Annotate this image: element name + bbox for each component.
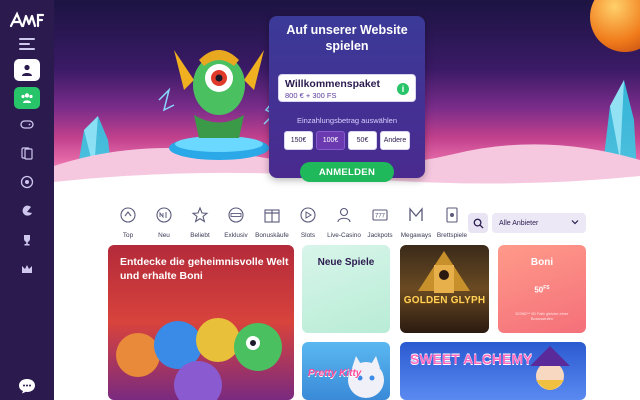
sidebar <box>0 0 54 400</box>
sidebar-sports-button[interactable] <box>14 200 40 222</box>
live-casino-icon <box>337 207 351 223</box>
signup-card: Auf unserer Website spielen Willkommensp… <box>269 16 425 182</box>
category-bar: Top Neu Beliebt Exklusiv Bonuskäufe Slot… <box>110 205 470 241</box>
sidebar-trophy-button[interactable] <box>14 229 40 251</box>
sports-icon <box>22 205 32 216</box>
game-title: GOLDEN GLYPH <box>403 295 486 306</box>
category-label: Jackpots <box>367 232 393 239</box>
sidebar-roulette-button[interactable] <box>14 171 40 193</box>
category-popular[interactable]: Beliebt <box>182 205 218 241</box>
provider-dropdown[interactable]: Alle Anbieter <box>492 213 586 233</box>
game-tile-pretty-kitty[interactable]: Pretty Kitty <box>302 342 390 400</box>
chevron-down-icon <box>571 220 579 225</box>
sidebar-community-button[interactable] <box>14 87 40 109</box>
sidebar-games-button[interactable] <box>14 113 40 135</box>
category-jackpots[interactable]: 777 Jackpots <box>362 205 398 241</box>
board-games-icon <box>446 207 458 223</box>
bonus-amount: 800 € + 300 FS <box>285 91 337 100</box>
bonus-tile-title: Boni <box>530 257 554 268</box>
slots-icon <box>300 207 316 223</box>
bonus-note: DONE** 50 Fakt gleiche einer Bonusstufen <box>515 311 569 321</box>
deposit-label: Einzahlungsbetrag auswählen <box>296 116 398 125</box>
top-icon <box>120 207 136 223</box>
category-label: Megaways <box>400 232 432 239</box>
star-icon <box>191 206 209 223</box>
bonus-tile[interactable]: Boni 50FS DONE** 50 Fakt gleiche einer B… <box>498 245 586 333</box>
category-new[interactable]: Neu <box>146 205 182 241</box>
group-icon <box>21 93 33 103</box>
category-board-games[interactable]: Brettspiele <box>434 205 470 241</box>
amount-option-other[interactable]: Andere <box>380 131 410 150</box>
amount-option[interactable]: 50€ <box>348 131 377 150</box>
promo-tile[interactable]: Entdecke die geheimnisvolle Welt und erh… <box>108 245 294 400</box>
deposit-amounts: 150€ 100€ 50€ Andere <box>284 131 410 150</box>
user-icon <box>22 64 32 76</box>
sidebar-vip-button[interactable] <box>14 258 40 280</box>
bonus-title: Willkommenspaket <box>285 78 381 90</box>
megaways-icon <box>409 207 423 221</box>
promo-title: Entdecke die geheimnisvolle Welt und erh… <box>120 256 289 282</box>
planet-decoration <box>590 0 640 52</box>
new-icon <box>156 207 172 223</box>
search-icon <box>473 218 484 229</box>
amount-option-selected[interactable]: 100€ <box>316 131 345 150</box>
info-icon[interactable]: i <box>397 83 409 95</box>
bonus-value: 50FS <box>534 285 550 295</box>
gamepad-icon <box>20 120 34 129</box>
category-label: Neu <box>158 232 170 239</box>
game-tile-golden-glyph[interactable]: GOLDEN GLYPH <box>400 245 489 333</box>
game-title: SWEET ALCHEMY <box>410 351 533 367</box>
menu-icon[interactable] <box>19 38 35 50</box>
category-top[interactable]: Top <box>110 205 146 241</box>
search-button[interactable] <box>468 213 488 233</box>
category-label: Live-Casino <box>327 232 361 239</box>
cards-icon <box>21 147 33 160</box>
signup-button[interactable]: ANMELDEN <box>300 162 394 182</box>
category-megaways[interactable]: Megaways <box>398 205 434 241</box>
game-tile-sweet-alchemy[interactable]: SWEET ALCHEMY <box>400 342 586 400</box>
category-exclusive[interactable]: Exklusiv <box>218 205 254 241</box>
roulette-icon <box>20 175 34 189</box>
signup-title: Auf unserer Website spielen <box>286 23 408 53</box>
jackpot-icon: 777 <box>372 209 388 221</box>
trophy-icon <box>24 235 30 246</box>
crown-icon <box>22 265 32 273</box>
category-label: Slots <box>300 232 316 239</box>
amount-option[interactable]: 150€ <box>284 131 313 150</box>
golden-glyph-artwork <box>418 251 470 293</box>
category-label: Top <box>122 232 134 239</box>
characters-artwork <box>116 318 282 400</box>
new-games-title: Neue Spiele <box>317 257 375 268</box>
sidebar-profile-button[interactable] <box>14 59 40 81</box>
category-bonus-buy[interactable]: Bonuskäufe <box>254 205 290 241</box>
game-title: Pretty Kitty <box>308 368 362 379</box>
category-label: Brettspiele <box>436 232 468 239</box>
category-label: Bonuskäufe <box>255 232 289 239</box>
new-games-tile[interactable]: Neue Spiele <box>302 245 390 333</box>
category-slots[interactable]: Slots <box>290 205 326 241</box>
category-label: Beliebt <box>190 232 210 239</box>
chat-icon[interactable] <box>18 378 36 394</box>
svg-text:777: 777 <box>375 214 386 220</box>
brand-logo[interactable] <box>9 10 45 30</box>
monster-mascot <box>158 50 277 160</box>
provider-label: Alle Anbieter <box>499 219 539 227</box>
exclusive-icon <box>228 207 244 223</box>
category-label: Exklusiv <box>224 232 248 239</box>
bonus-buy-icon <box>264 209 280 223</box>
welcome-bonus-box[interactable]: Willkommenspaket 800 € + 300 FS i <box>278 74 416 102</box>
sidebar-cards-button[interactable] <box>14 142 40 164</box>
category-live-casino[interactable]: Live-Casino <box>326 205 362 241</box>
